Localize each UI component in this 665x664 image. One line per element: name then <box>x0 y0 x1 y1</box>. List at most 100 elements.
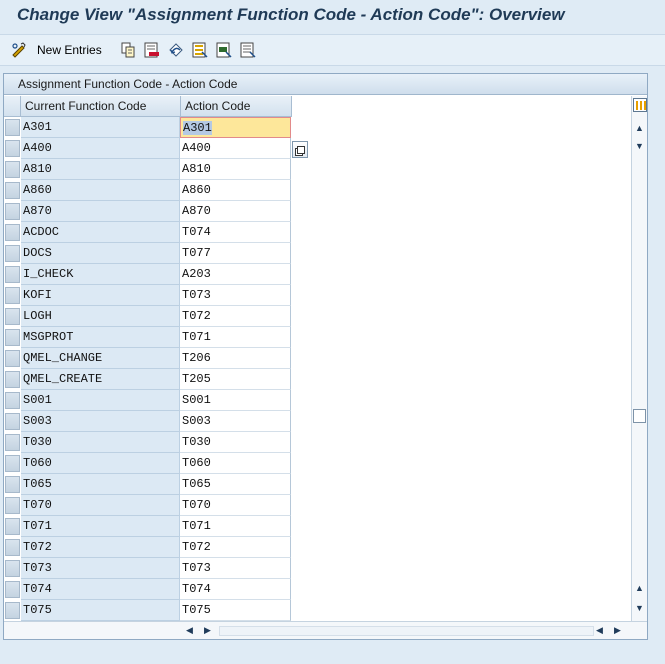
horizontal-scroll-track[interactable] <box>219 626 594 636</box>
row-selector[interactable] <box>5 266 20 283</box>
action-code-field[interactable]: T071 <box>180 516 291 537</box>
horizontal-scrollbar[interactable]: ◀ ▶ ◀ ▶ <box>4 621 647 639</box>
scroll-up-icon[interactable]: ▼ <box>635 142 644 151</box>
select-block-button[interactable] <box>216 40 232 60</box>
current-function-code-cell: MSGPROT <box>21 327 180 348</box>
delete-button[interactable] <box>144 40 160 60</box>
table-row: A860 A860 <box>4 180 291 201</box>
row-selector[interactable] <box>5 497 20 514</box>
row-selector[interactable] <box>5 434 20 451</box>
new-entries-label: New Entries <box>37 43 102 57</box>
action-code-field[interactable]: A870 <box>180 201 291 222</box>
table-row: T075 T075 <box>4 600 291 621</box>
scroll-left-end-icon[interactable]: ◀ <box>596 625 603 636</box>
row-selector[interactable] <box>5 224 20 241</box>
table-row: A400 A400 <box>4 138 291 159</box>
row-selector[interactable] <box>5 308 20 325</box>
table-row: S003 S003 <box>4 411 291 432</box>
scroll-right-end-icon[interactable]: ▶ <box>614 625 621 636</box>
action-code-field[interactable]: S001 <box>180 390 291 411</box>
action-code-field[interactable]: T072 <box>180 306 291 327</box>
current-function-code-cell: T071 <box>21 516 180 537</box>
undo-button[interactable] <box>168 40 184 60</box>
row-selector[interactable] <box>5 119 20 136</box>
action-code-field[interactable]: T030 <box>180 432 291 453</box>
application-toolbar: New Entries <box>0 34 665 66</box>
row-selector[interactable] <box>5 455 20 472</box>
column-header-current-function-code[interactable]: Current Function Code <box>21 96 181 117</box>
table-row: QMEL_CHANGE T206 <box>4 348 291 369</box>
scroll-right-icon[interactable]: ▶ <box>204 625 211 636</box>
current-function-code-cell: T070 <box>21 495 180 516</box>
row-selector[interactable] <box>5 602 20 619</box>
delete-icon <box>144 42 160 58</box>
value-help-button[interactable] <box>292 141 308 158</box>
action-code-field[interactable]: T072 <box>180 537 291 558</box>
scroll-down-icon[interactable]: ▼ <box>635 604 644 613</box>
scroll-thumb[interactable] <box>633 409 646 423</box>
row-selector[interactable] <box>5 245 20 262</box>
action-code-field[interactable]: T073 <box>180 285 291 306</box>
row-selector[interactable] <box>5 518 20 535</box>
current-function-code-cell: I_CHECK <box>21 264 180 285</box>
action-code-field[interactable]: A810 <box>180 159 291 180</box>
current-function-code-cell: A870 <box>21 201 180 222</box>
action-code-field[interactable]: T074 <box>180 579 291 600</box>
row-selector[interactable] <box>5 413 20 430</box>
action-code-field[interactable]: A400 <box>180 138 291 159</box>
row-selector[interactable] <box>5 392 20 409</box>
action-code-field[interactable]: A860 <box>180 180 291 201</box>
column-header-action-code[interactable]: Action Code <box>181 96 292 117</box>
row-selector[interactable] <box>5 203 20 220</box>
row-selector[interactable] <box>5 161 20 178</box>
column-settings-icon[interactable] <box>633 98 647 112</box>
action-code-field[interactable]: T074 <box>180 222 291 243</box>
copy-button[interactable] <box>120 40 136 60</box>
action-code-field[interactable]: T071 <box>180 327 291 348</box>
copy-icon <box>120 42 136 58</box>
row-selector[interactable] <box>5 371 20 388</box>
table-row: T060 T060 <box>4 453 291 474</box>
table-row: DOCS T077 <box>4 243 291 264</box>
row-selector[interactable] <box>5 581 20 598</box>
scroll-down-page-icon[interactable]: ▲ <box>635 584 644 593</box>
title-bar: Change View "Assignment Function Code - … <box>0 0 665 34</box>
row-selector[interactable] <box>5 287 20 304</box>
action-code-field[interactable]: A203 <box>180 264 291 285</box>
action-code-field[interactable]: T065 <box>180 474 291 495</box>
action-code-field[interactable]: S003 <box>180 411 291 432</box>
row-selector[interactable] <box>5 350 20 367</box>
table-row: T072 T072 <box>4 537 291 558</box>
action-code-field[interactable]: T073 <box>180 558 291 579</box>
scroll-left-icon[interactable]: ◀ <box>186 625 193 636</box>
new-entries-button[interactable]: New Entries <box>11 40 102 60</box>
deselect-all-button[interactable] <box>240 40 256 60</box>
deselect-all-icon <box>240 42 256 58</box>
row-selector[interactable] <box>5 329 20 346</box>
action-code-selected-text: A301 <box>183 121 212 135</box>
row-selector[interactable] <box>5 182 20 199</box>
table-row: KOFI T073 <box>4 285 291 306</box>
table-row: MSGPROT T071 <box>4 327 291 348</box>
scroll-up-page-icon[interactable]: ▲ <box>635 124 644 133</box>
table-row: I_CHECK A203 <box>4 264 291 285</box>
vertical-scrollbar[interactable]: ▲ ▼ ▲ ▼ <box>631 96 647 621</box>
action-code-field[interactable]: T060 <box>180 453 291 474</box>
action-code-field[interactable]: T205 <box>180 369 291 390</box>
change-display-icon <box>11 42 27 58</box>
table-control: Assignment Function Code - Action Code C… <box>3 73 648 640</box>
table-row: T074 T074 <box>4 579 291 600</box>
select-all-rows-header[interactable] <box>4 96 21 117</box>
action-code-field[interactable]: T206 <box>180 348 291 369</box>
row-selector[interactable] <box>5 476 20 493</box>
row-selector[interactable] <box>5 560 20 577</box>
row-selector[interactable] <box>5 140 20 157</box>
action-code-field[interactable]: T070 <box>180 495 291 516</box>
current-function-code-cell: DOCS <box>21 243 180 264</box>
action-code-field[interactable]: A301 <box>180 117 291 138</box>
action-code-field[interactable]: T075 <box>180 600 291 621</box>
row-selector[interactable] <box>5 539 20 556</box>
select-all-button[interactable] <box>192 40 208 60</box>
action-code-field[interactable]: T077 <box>180 243 291 264</box>
table-row: T071 T071 <box>4 516 291 537</box>
